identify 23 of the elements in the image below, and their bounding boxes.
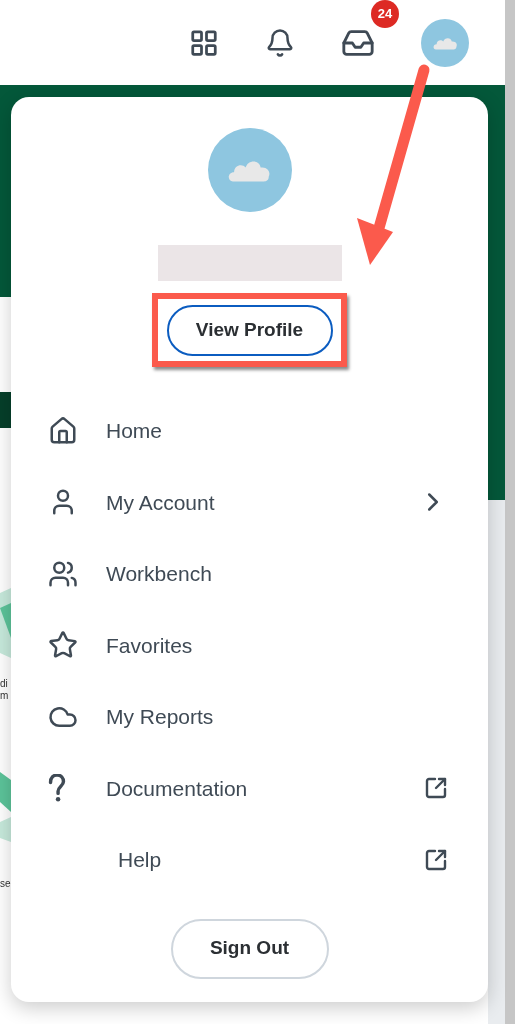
illustration-drawing	[0, 772, 11, 842]
edge-text: m	[0, 690, 10, 702]
edge-text: di	[0, 678, 9, 690]
menu-item[interactable]: Help	[11, 824, 488, 896]
apps-grid-icon[interactable]	[189, 27, 219, 58]
menu-item[interactable]: Home	[11, 395, 488, 467]
external-link-icon	[424, 847, 448, 872]
sign-out-button[interactable]: Sign Out	[170, 918, 329, 979]
notification-count: 24	[371, 0, 399, 28]
dark-band	[0, 392, 11, 428]
view-profile-button[interactable]: View Profile	[166, 304, 333, 356]
menu-item[interactable]: My Account	[11, 466, 488, 538]
menu-item[interactable]: Favorites	[11, 609, 488, 681]
menu-item[interactable]: My Reports	[11, 681, 488, 753]
question-mark-icon	[48, 774, 66, 803]
star-icon	[48, 630, 78, 661]
edge-text: se	[0, 878, 11, 890]
menu-item[interactable]: Documentation	[11, 752, 488, 824]
illustration-drawing	[0, 588, 11, 658]
menu-item[interactable]: Workbench	[11, 538, 488, 610]
home-icon	[48, 415, 78, 446]
bell-icon[interactable]	[265, 27, 295, 58]
external-link-icon	[424, 776, 448, 801]
